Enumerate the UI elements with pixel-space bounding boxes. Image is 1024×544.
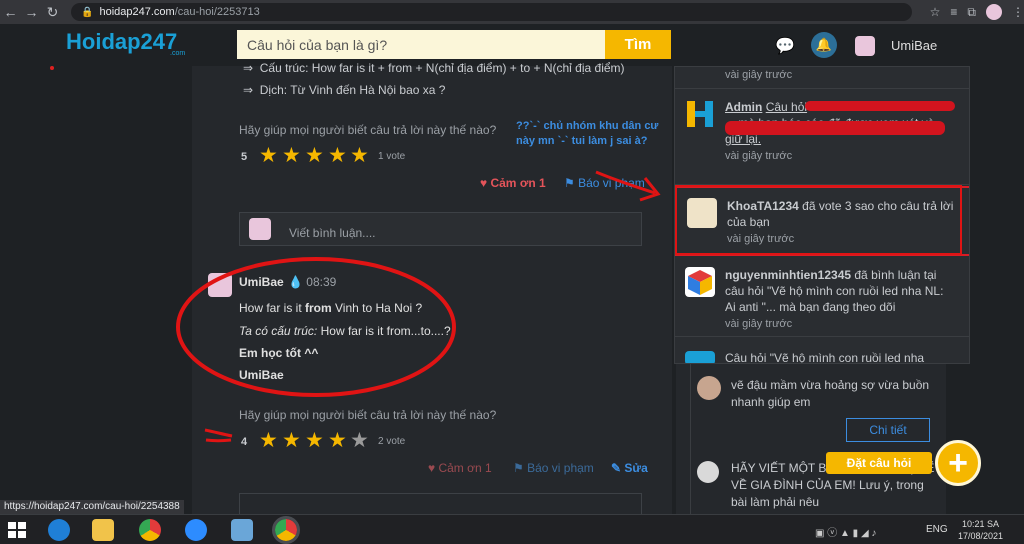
answer2-time: 💧 08:39 [288, 275, 337, 289]
answer1-help-prompt: Hãy giúp mọi người biết câu trả lời này … [239, 123, 497, 137]
question-text[interactable]: vẽ đậu mầm vừa hoảng sợ vừa buồn nhanh g… [731, 377, 931, 411]
zoom-icon[interactable] [185, 519, 207, 541]
lock-icon: 🔒 [81, 6, 94, 18]
ie-icon[interactable] [48, 519, 70, 541]
answer2-line4: UmiBae [239, 368, 284, 382]
answer1-votes: 1 vote [378, 151, 406, 162]
back-icon[interactable]: ← [0, 4, 21, 20]
site-header: Hoidap247 .com Câu hỏi của bạn là gì? Tì… [0, 24, 1024, 66]
answer1-report-button[interactable]: ⚑ Báo vi phạm [564, 176, 645, 190]
redaction [725, 121, 945, 135]
tray-icons[interactable]: ▣ ⓥ ▲ ▮ ◢ ♪ [815, 524, 876, 539]
notification-item[interactable]: Câu hỏi "Vẽ hộ mình con ruồi led nha [675, 343, 969, 363]
answer1-side-comment: ??`-` chủ nhóm khu dân cư này mn `-` tui… [516, 120, 659, 147]
reading-list-icon[interactable]: ≡ [950, 5, 957, 19]
answer2-votes: 2 vote [378, 436, 406, 447]
answer1-rating-number: 5 [241, 151, 248, 163]
bell-icon[interactable]: 🔔 [811, 32, 837, 58]
question-avatar [697, 461, 719, 483]
star-icon[interactable]: ★ [328, 428, 347, 453]
star-icon[interactable]: ★ [305, 143, 324, 168]
ask-question-button[interactable]: Đặt câu hỏi [826, 452, 932, 474]
username[interactable]: UmiBae [891, 38, 937, 53]
cube-icon [688, 270, 712, 295]
logo-h-icon [687, 101, 713, 127]
site-logo[interactable]: Hoidap247 [66, 29, 177, 55]
answer1-line2: ⇒ Dịch: Từ Vinh đến Hà Nội bao xa ? [243, 83, 446, 97]
answer1-thanks-button[interactable]: ♥ Cảm ơn 1 [480, 176, 546, 190]
star-icon[interactable]: ★ [259, 428, 278, 453]
file-explorer-icon[interactable] [92, 519, 114, 541]
chat-icon[interactable]: 💬 [775, 36, 795, 56]
author-avatar [208, 273, 232, 297]
browser-toolbar: ← → ↻ 🔒 hoidap247.com/cau-hoi/2253713 ☆ … [0, 0, 1024, 24]
star-icon[interactable]: ★ [282, 428, 301, 453]
notification-item[interactable]: Admin Câu hỏi ... mà bạn báo cáo đã được… [675, 89, 969, 185]
user-avatar [687, 198, 717, 228]
reload-icon[interactable]: ↻ [42, 4, 63, 21]
star-icon[interactable]: ★ [350, 143, 369, 168]
address-bar[interactable]: 🔒 hoidap247.com/cau-hoi/2253713 [71, 3, 912, 21]
answer2-line3: Em học tốt ^^ [239, 346, 319, 360]
bookmark-star-icon[interactable]: ☆ [930, 5, 941, 19]
chrome-active-icon[interactable] [272, 516, 300, 544]
next-comment-box [239, 493, 642, 514]
windows-start-icon[interactable] [8, 522, 26, 543]
detail-button[interactable]: Chi tiết [846, 418, 930, 442]
answer2-help-prompt: Hãy giúp mọi người biết câu trả lời này … [239, 408, 497, 422]
star-icon[interactable]: ★ [259, 143, 278, 168]
menu-icon[interactable]: ⋮ [1012, 5, 1024, 19]
star-icon[interactable]: ★ [305, 428, 324, 453]
user-avatar[interactable] [855, 36, 875, 56]
notification-item[interactable]: nguyenminhtien12345 đã bình luận tại câu… [675, 257, 969, 337]
url-host: hoidap247.com [99, 6, 175, 18]
answer2-author[interactable]: UmiBae [239, 275, 284, 289]
paint-icon[interactable] [231, 519, 253, 541]
answer1-line1: ⇒ Cấu trúc: How far is it + from + N(chỉ… [243, 61, 625, 75]
notification-item[interactable]: KhoaTA1234 đã vote 3 sao cho câu trả lời… [675, 186, 969, 256]
star-icon[interactable]: ★ [328, 143, 347, 168]
question-avatar [697, 376, 721, 400]
answer2-edit-button[interactable]: ✎ Sửa [611, 461, 648, 475]
extensions-icon[interactable]: ⧉ [967, 5, 976, 20]
notification-dropdown: vài giây trước Admin Câu hỏi ... mà bạn … [674, 66, 970, 364]
redaction [805, 101, 955, 111]
drop-icon: 💧 [288, 275, 303, 289]
plus-icon[interactable]: + [935, 440, 981, 486]
answer2-report-button[interactable]: ⚑ Báo vi phạm [513, 461, 594, 475]
notification-item[interactable]: vài giây trước [675, 67, 969, 89]
admin-logo [685, 351, 715, 363]
comment-avatar [249, 218, 271, 240]
star-icon[interactable]: ★ [282, 143, 301, 168]
answer2-line2: Ta có cấu trúc: How far is it from...to.… [239, 324, 451, 338]
logo-suffix: .com [170, 50, 186, 57]
answer2-thanks-button[interactable]: ♥ Cảm ơn 1 [428, 461, 492, 475]
admin-logo [685, 99, 715, 129]
url-path: /cau-hoi/2253713 [174, 6, 260, 18]
language-indicator[interactable]: ENG [926, 524, 948, 535]
clock[interactable]: 10:21 SA 17/08/2021 [958, 518, 1003, 542]
red-dot [50, 66, 54, 70]
forward-icon[interactable]: → [21, 4, 42, 20]
taskbar: ▣ ⓥ ▲ ▮ ◢ ♪ ENG 10:21 SA 17/08/2021 [0, 514, 1024, 544]
rubik-cube-avatar [685, 267, 715, 297]
answer2-rating-number: 4 [241, 436, 248, 448]
answer2-line1: How far is it from Vinh to Ha Noi ? [239, 301, 423, 315]
profile-avatar[interactable] [985, 4, 1002, 20]
chrome-icon[interactable] [139, 519, 161, 541]
search-input[interactable]: Câu hỏi của bạn là gì? [237, 30, 605, 59]
search-button[interactable]: Tìm [605, 30, 671, 59]
comment-input[interactable]: Viết bình luận.... [289, 226, 376, 240]
status-url: https://hoidap247.com/cau-hoi/2254388 [0, 500, 184, 514]
star-icon[interactable]: ★ [350, 428, 369, 453]
